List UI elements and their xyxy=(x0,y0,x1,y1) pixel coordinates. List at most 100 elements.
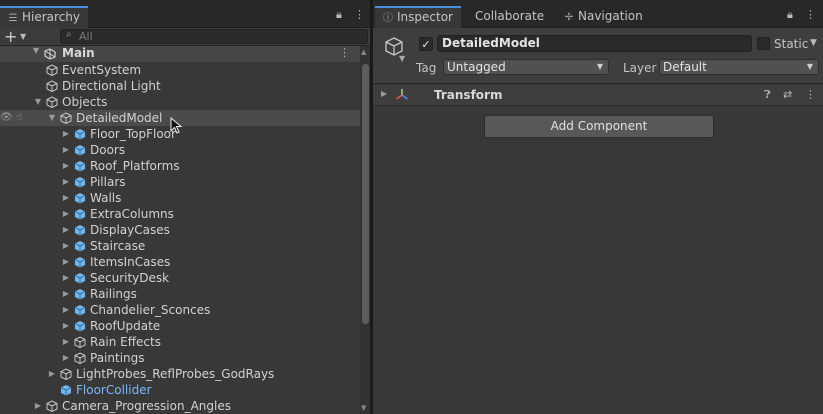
expand-arrow-icon[interactable]: ▶ xyxy=(60,302,72,318)
expand-arrow-icon[interactable]: ▶ xyxy=(32,398,44,414)
gameobject-outline-icon xyxy=(60,112,72,124)
kebab-menu-icon[interactable]: ⋮ xyxy=(805,8,816,21)
chevron-down-icon[interactable]: ▼ xyxy=(399,54,405,63)
hierarchy-row-label: Staircase xyxy=(90,239,146,253)
tag-dropdown[interactable]: Untagged ▼ xyxy=(443,59,609,75)
hierarchy-row[interactable]: ▶ Camera_Progression_Angles xyxy=(0,398,360,414)
scene-name: Main xyxy=(62,46,95,60)
hierarchy-row[interactable]: ▶ Staircase xyxy=(0,238,360,254)
presets-icon[interactable]: ⇄ xyxy=(783,88,792,101)
scroll-down-icon[interactable]: ▼ xyxy=(361,404,366,412)
prefab-icon xyxy=(74,209,86,220)
expand-arrow-icon[interactable]: ▶ xyxy=(60,238,72,254)
hierarchy-row-label: EventSystem xyxy=(62,63,142,77)
hierarchy-row-label: Camera_Progression_Angles xyxy=(62,399,231,413)
hierarchy-row[interactable]: ▶ RoofUpdate xyxy=(0,318,360,334)
transform-component-header[interactable]: ▶ Transform ❓︎ ⇄ ⋮ xyxy=(373,85,823,106)
expand-arrow-icon[interactable]: ▶ xyxy=(60,270,72,286)
unity-scene-icon xyxy=(44,48,56,60)
hierarchy-row[interactable]: Directional Light xyxy=(0,78,360,94)
create-plus-icon[interactable]: + xyxy=(4,27,17,46)
hierarchy-row-label: Roof_Platforms xyxy=(90,159,180,173)
expand-arrow-icon[interactable]: ▶ xyxy=(46,366,58,382)
navigation-icon: ✢ xyxy=(564,12,574,23)
hierarchy-row[interactable]: FloorCollider xyxy=(0,382,360,398)
expand-arrow-icon[interactable]: ▼ xyxy=(46,110,58,126)
expand-arrow-icon[interactable]: ▶ xyxy=(60,142,72,158)
gameobject-outline-icon xyxy=(74,352,86,364)
prefab-icon xyxy=(74,273,86,284)
scroll-up-icon[interactable]: ▲ xyxy=(361,48,366,56)
object-name-field[interactable]: DetailedModel xyxy=(437,35,752,52)
scene-menu-icon[interactable]: ⋮ xyxy=(339,46,350,59)
hierarchy-row[interactable]: EventSystem xyxy=(0,62,360,78)
kebab-menu-icon[interactable]: ⋮ xyxy=(805,88,816,101)
expand-arrow-icon[interactable]: ▶ xyxy=(60,318,72,334)
tab-navigation[interactable]: ✢ Navigation xyxy=(556,6,651,28)
expand-arrow-icon[interactable]: ▶ xyxy=(60,158,72,174)
prefab-icon xyxy=(74,193,86,204)
hierarchy-row[interactable]: ▶ DisplayCases xyxy=(0,222,360,238)
gameobject-header: ▼ ✓ DetailedModel Static ▼ Tag Untagged … xyxy=(373,28,823,84)
search-field[interactable]: ⌕ xyxy=(60,29,368,44)
hierarchy-row[interactable]: ▶ Walls xyxy=(0,190,360,206)
visibility-eye-icon[interactable]: 👁︎ xyxy=(0,110,13,126)
hierarchy-row-label: DetailedModel xyxy=(76,111,163,125)
hierarchy-toolbar: + ▼ ⌕ xyxy=(0,27,370,46)
active-checkbox[interactable]: ✓ xyxy=(419,37,433,51)
hierarchy-row[interactable]: ▶ ItemsInCases xyxy=(0,254,360,270)
hierarchy-row[interactable]: ▶ ExtraColumns xyxy=(0,206,360,222)
hierarchy-row[interactable]: ▼ Objects xyxy=(0,94,360,110)
expand-arrow-icon[interactable]: ▶ xyxy=(60,126,72,142)
help-icon[interactable]: ❓︎ xyxy=(764,88,771,102)
layer-dropdown[interactable]: Default ▼ xyxy=(659,59,819,75)
prefab-icon xyxy=(74,129,86,140)
hierarchy-row[interactable]: ▶ Chandelier_Sconces xyxy=(0,302,360,318)
hierarchy-row-label: SecurityDesk xyxy=(90,271,170,285)
hierarchy-row[interactable]: ▶ Doors xyxy=(0,142,360,158)
hierarchy-row[interactable]: ▶ Railings xyxy=(0,286,360,302)
foldout-arrow-icon[interactable]: ▶ xyxy=(381,89,387,98)
expand-arrow-icon[interactable]: ▶ xyxy=(60,190,72,206)
expand-arrow-icon[interactable]: ▶ xyxy=(60,254,72,270)
scrollbar-thumb[interactable] xyxy=(362,64,369,324)
expand-arrow-icon[interactable]: ▶ xyxy=(60,206,72,222)
hierarchy-scrollbar[interactable]: ▲ ▼ xyxy=(360,46,370,414)
gameobject-outline-icon xyxy=(60,368,72,380)
expand-arrow-icon[interactable]: ▶ xyxy=(60,222,72,238)
kebab-menu-icon[interactable]: ⋮ xyxy=(354,8,365,21)
list-icon: ☰ xyxy=(8,13,18,24)
chevron-down-icon[interactable]: ▼ xyxy=(20,32,26,41)
tab-hierarchy[interactable]: ☰ Hierarchy xyxy=(0,6,89,28)
search-input[interactable] xyxy=(79,30,359,43)
pickable-hand-icon[interactable]: ☝︎ xyxy=(16,110,22,126)
hierarchy-row[interactable]: ▶ Paintings xyxy=(0,350,360,366)
prefab-icon xyxy=(74,177,86,188)
tab-inspector[interactable]: ⓘ Inspector xyxy=(375,6,461,28)
expand-arrow-icon[interactable]: ▶ xyxy=(60,334,72,350)
hierarchy-row[interactable]: ▶ Roof_Platforms xyxy=(0,158,360,174)
static-checkbox[interactable] xyxy=(757,37,770,50)
tab-collaborate[interactable]: Collaborate xyxy=(467,6,552,28)
expand-arrow-icon[interactable]: ▶ xyxy=(60,174,72,190)
tag-label: Tag xyxy=(416,61,437,75)
expand-arrow-icon[interactable]: ▶ xyxy=(60,350,72,366)
add-component-button[interactable]: Add Component xyxy=(484,115,714,138)
tab-hierarchy-label: Hierarchy xyxy=(22,10,81,24)
hierarchy-row-label: Railings xyxy=(90,287,137,301)
hierarchy-row[interactable]: ▶ Rain Effects xyxy=(0,334,360,350)
search-icon: ⌕ xyxy=(66,29,72,40)
lock-icon[interactable]: 🔒︎ xyxy=(787,8,793,22)
gameobject-outline-icon xyxy=(46,400,58,412)
scene-row[interactable]: ▼ Main ⋮ xyxy=(0,46,360,62)
lock-icon[interactable]: 🔒︎ xyxy=(336,8,342,22)
hierarchy-row-label: Chandelier_Sconces xyxy=(90,303,211,317)
hierarchy-row[interactable]: ▶ SecurityDesk xyxy=(0,270,360,286)
chevron-down-icon[interactable]: ▼ xyxy=(810,38,817,48)
expand-arrow-icon[interactable]: ▶ xyxy=(60,286,72,302)
hierarchy-row[interactable]: ▶ LightProbes_ReflProbes_GodRays xyxy=(0,366,360,382)
expand-arrow-icon[interactable]: ▼ xyxy=(32,94,44,110)
hierarchy-row[interactable]: ▶ Pillars xyxy=(0,174,360,190)
expand-arrow-icon[interactable]: ▼ xyxy=(30,46,42,55)
hierarchy-row-label: ExtraColumns xyxy=(90,207,174,221)
